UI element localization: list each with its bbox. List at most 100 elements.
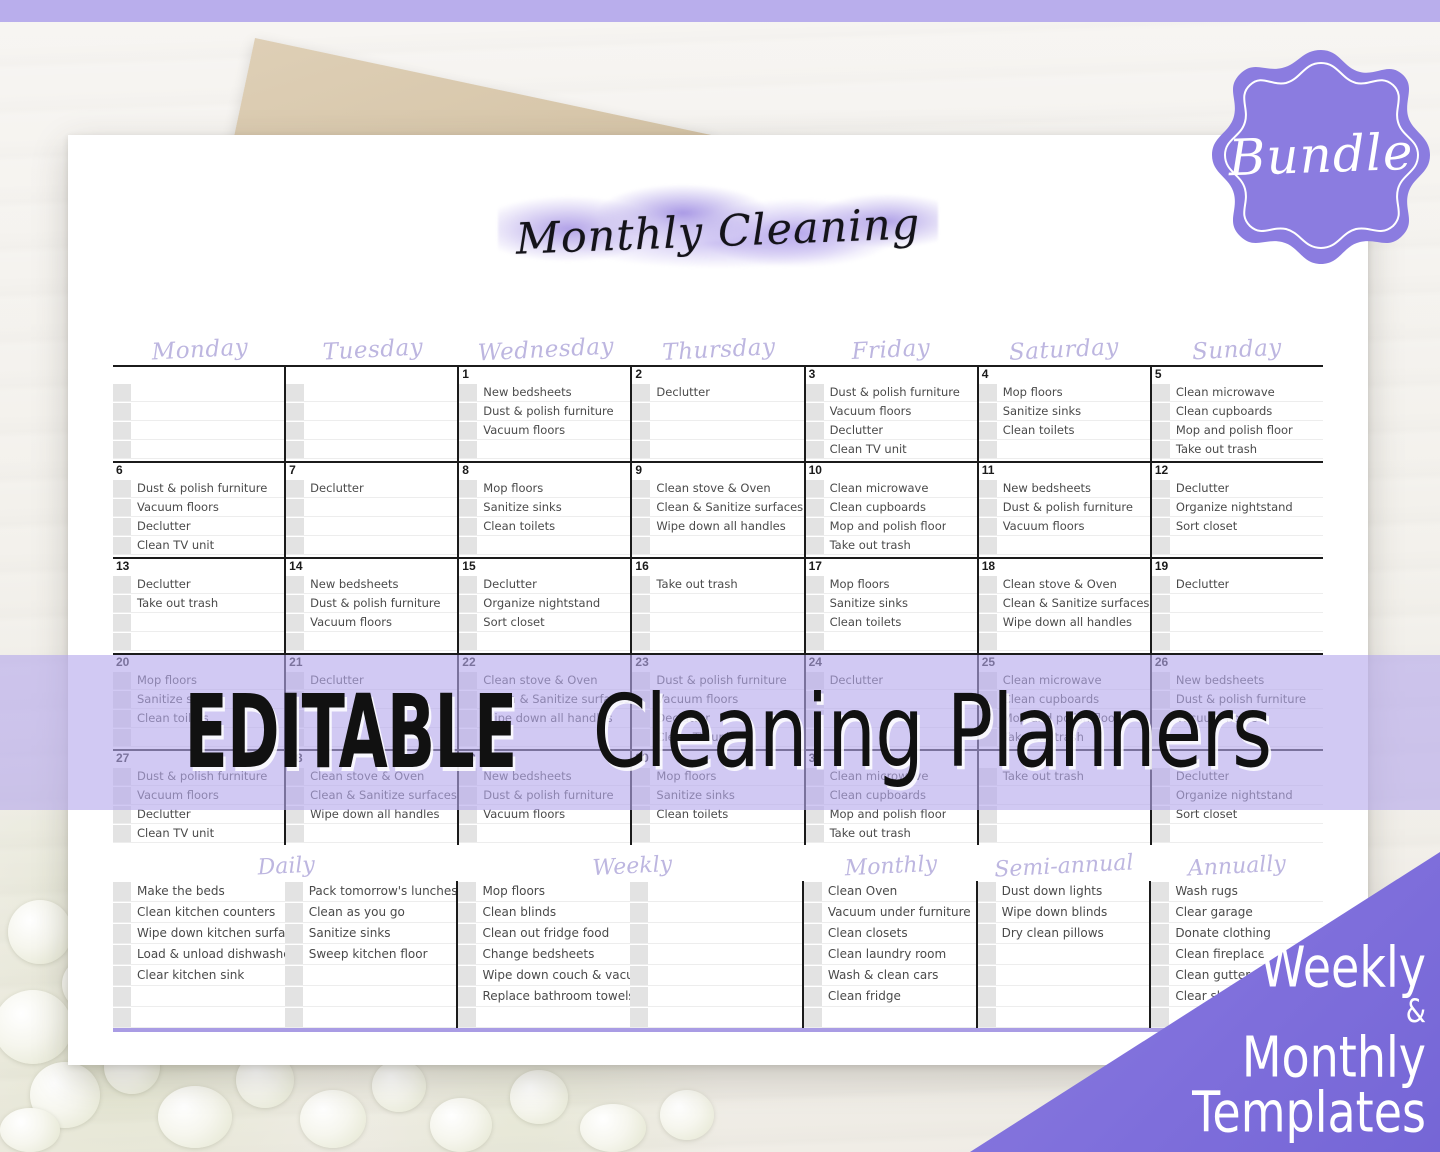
checkbox-icon[interactable] <box>1151 965 1170 985</box>
calendar-day-cell[interactable]: 14 New bedsheets Dust & polish furniture Va… <box>284 559 458 653</box>
checkbox-icon[interactable] <box>978 383 997 401</box>
frequency-task-row[interactable]: Wash & clean cars <box>803 965 976 986</box>
calendar-task-row[interactable] <box>632 594 804 613</box>
checkbox-icon[interactable] <box>977 965 996 985</box>
calendar-task-row[interactable]: Clean stove & Oven <box>978 575 1150 594</box>
calendar-task-row[interactable] <box>805 632 977 651</box>
frequency-task-row[interactable]: Clean blinds <box>458 902 631 923</box>
calendar-task-row[interactable]: New bedsheets <box>978 479 1150 498</box>
frequency-task-row[interactable]: Clear kitchen sink <box>113 965 285 986</box>
checkbox-icon[interactable] <box>1151 536 1170 554</box>
checkbox-icon[interactable] <box>113 575 131 593</box>
calendar-task-row[interactable]: Sort closet <box>459 613 631 632</box>
checkbox-icon[interactable] <box>113 1007 131 1027</box>
calendar-task-row[interactable]: Clean microwave <box>805 479 977 498</box>
checkbox-icon[interactable] <box>803 965 822 985</box>
calendar-task-row[interactable] <box>286 536 458 555</box>
frequency-task-row[interactable] <box>113 1007 285 1028</box>
calendar-task-row[interactable]: New bedsheets <box>459 383 631 402</box>
calendar-task-row[interactable] <box>113 440 285 459</box>
calendar-task-row[interactable] <box>1151 632 1323 651</box>
checkbox-icon[interactable] <box>632 632 651 650</box>
calendar-task-row[interactable]: Clean stove & Oven <box>632 479 804 498</box>
checkbox-icon[interactable] <box>459 613 478 631</box>
calendar-task-row[interactable]: Declutter <box>1151 575 1323 594</box>
checkbox-icon[interactable] <box>459 517 478 535</box>
calendar-task-row[interactable]: Mop and polish floor <box>805 517 977 536</box>
calendar-task-row[interactable] <box>632 402 804 421</box>
calendar-task-row[interactable]: Clean microwave <box>1151 383 1323 402</box>
checkbox-icon[interactable] <box>113 881 131 901</box>
calendar-task-row[interactable] <box>286 383 458 402</box>
checkbox-icon[interactable] <box>977 986 996 1006</box>
checkbox-icon[interactable] <box>1151 383 1170 401</box>
frequency-task-row[interactable]: Vacuum under furniture <box>803 902 976 923</box>
checkbox-icon[interactable] <box>805 536 824 554</box>
frequency-task-row[interactable]: Load & unload dishwasher <box>113 944 285 965</box>
calendar-task-row[interactable] <box>459 536 631 555</box>
frequency-task-row[interactable]: Clean laundry room <box>803 944 976 965</box>
checkbox-icon[interactable] <box>458 944 477 964</box>
calendar-task-row[interactable]: Clean TV unit <box>805 440 977 459</box>
checkbox-icon[interactable] <box>459 536 478 554</box>
calendar-task-row[interactable] <box>632 536 804 555</box>
frequency-task-row[interactable] <box>630 986 802 1007</box>
calendar-task-row[interactable]: Wipe down all handles <box>632 517 804 536</box>
checkbox-icon[interactable] <box>977 902 996 922</box>
calendar-day-cell[interactable] <box>113 367 285 461</box>
calendar-task-row[interactable]: Declutter <box>113 575 285 594</box>
checkbox-icon[interactable] <box>286 498 305 516</box>
calendar-day-cell[interactable]: 3 Dust & polish furniture Vacuum floors Dec… <box>803 367 977 461</box>
checkbox-icon[interactable] <box>805 421 824 439</box>
frequency-task-row[interactable]: Dry clean pillows <box>977 923 1150 944</box>
calendar-task-row[interactable]: Declutter <box>286 479 458 498</box>
frequency-task-row[interactable] <box>630 881 802 902</box>
calendar-task-row[interactable] <box>113 402 285 421</box>
frequency-task-row[interactable]: Wipe down blinds <box>977 902 1150 923</box>
frequency-task-row[interactable] <box>630 944 802 965</box>
checkbox-icon[interactable] <box>286 517 305 535</box>
checkbox-icon[interactable] <box>459 383 478 401</box>
checkbox-icon[interactable] <box>459 575 478 593</box>
checkbox-icon[interactable] <box>113 402 131 420</box>
frequency-task-row[interactable]: Wash rugs <box>1151 881 1324 902</box>
calendar-day-cell[interactable]: 17 Mop floors Sanitize sinks Clean toilets <box>803 559 977 653</box>
checkbox-icon[interactable] <box>1151 613 1170 631</box>
calendar-task-row[interactable] <box>978 440 1150 459</box>
calendar-task-row[interactable] <box>286 440 458 459</box>
calendar-task-row[interactable]: Vacuum floors <box>286 613 458 632</box>
calendar-task-row[interactable] <box>1151 613 1323 632</box>
calendar-task-row[interactable]: Clean toilets <box>459 517 631 536</box>
checkbox-icon[interactable] <box>284 923 303 943</box>
calendar-task-row[interactable]: Declutter <box>459 575 631 594</box>
checkbox-icon[interactable] <box>803 1007 822 1027</box>
frequency-task-row[interactable]: Replace bathroom towels <box>458 986 631 1007</box>
checkbox-icon[interactable] <box>1151 1007 1170 1027</box>
calendar-task-row[interactable]: Organize nightstand <box>1151 498 1323 517</box>
calendar-day-cell[interactable]: 7 Declutter <box>284 463 458 557</box>
calendar-task-row[interactable] <box>113 632 285 651</box>
frequency-task-row[interactable] <box>630 1007 802 1028</box>
checkbox-icon[interactable] <box>805 613 824 631</box>
calendar-task-row[interactable] <box>632 421 804 440</box>
checkbox-icon[interactable] <box>805 440 824 458</box>
calendar-task-row[interactable]: Dust & polish furniture <box>113 479 285 498</box>
calendar-task-row[interactable]: Sanitize sinks <box>978 402 1150 421</box>
frequency-task-row[interactable]: Clear garage <box>1151 902 1324 923</box>
checkbox-icon[interactable] <box>286 632 305 650</box>
checkbox-icon[interactable] <box>458 923 477 943</box>
frequency-task-row[interactable]: Clean closets <box>803 923 976 944</box>
checkbox-icon[interactable] <box>803 986 822 1006</box>
checkbox-icon[interactable] <box>978 479 997 497</box>
checkbox-icon[interactable] <box>458 902 477 922</box>
checkbox-icon[interactable] <box>632 498 651 516</box>
checkbox-icon[interactable] <box>805 479 824 497</box>
checkbox-icon[interactable] <box>632 402 651 420</box>
calendar-task-row[interactable]: Take out trash <box>113 594 285 613</box>
frequency-task-row[interactable]: Clean kitchen counters <box>113 902 285 923</box>
frequency-task-row[interactable] <box>977 986 1150 1007</box>
frequency-task-row[interactable]: Clean out fridge food <box>458 923 631 944</box>
calendar-day-cell[interactable]: 10 Clean microwave Clean cupboards Mop and … <box>803 463 977 557</box>
calendar-task-row[interactable]: Mop floors <box>805 575 977 594</box>
checkbox-icon[interactable] <box>1151 923 1170 943</box>
